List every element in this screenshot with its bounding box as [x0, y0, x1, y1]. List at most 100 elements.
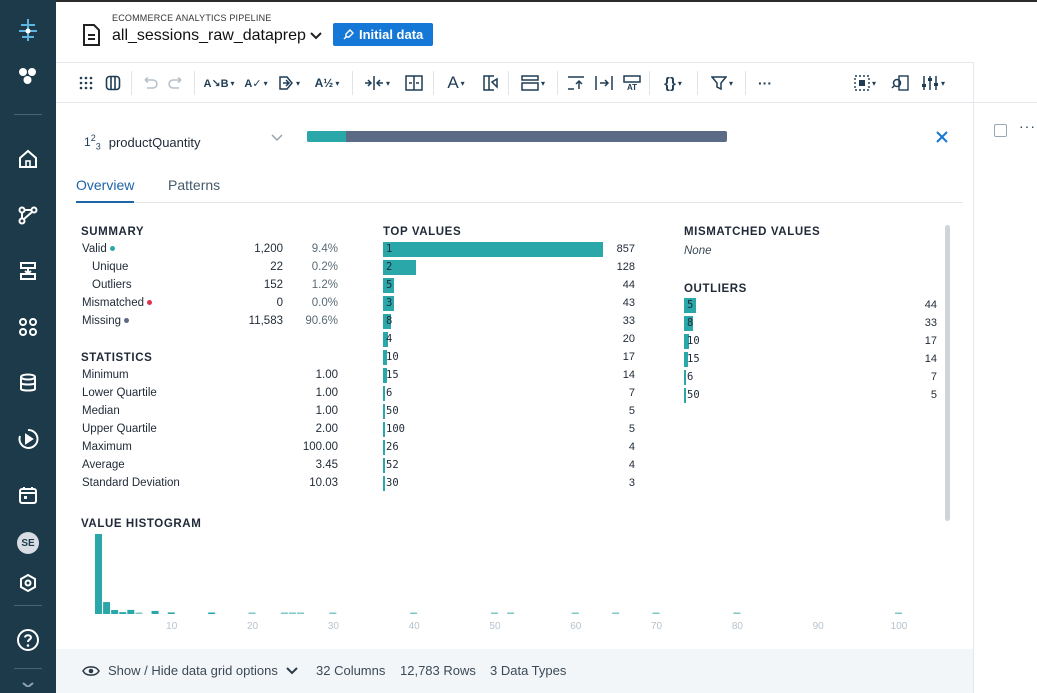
top-value-row[interactable]: 10 17: [383, 349, 635, 367]
histogram-bar[interactable]: [127, 609, 135, 614]
user-avatar[interactable]: SE: [0, 523, 56, 563]
top-value-row[interactable]: 2 128: [383, 259, 635, 277]
histogram-bar[interactable]: [410, 612, 418, 615]
histogram-bar[interactable]: [571, 612, 579, 615]
settings-sliders-icon[interactable]: ▾: [916, 72, 950, 94]
help-icon[interactable]: [0, 620, 56, 660]
statistic-value: 1.00: [315, 369, 338, 381]
text-transform-icon[interactable]: AT: [620, 72, 644, 94]
braces-icon[interactable]: {} ▾: [656, 72, 690, 94]
outlier-row[interactable]: 50 5: [684, 387, 937, 405]
undo-icon[interactable]: [140, 72, 160, 94]
pin-icon: [343, 29, 354, 40]
import-icon[interactable]: [0, 251, 56, 291]
data-quality-bar[interactable]: [307, 131, 727, 142]
chevron-down-icon: [310, 32, 322, 40]
outlier-row[interactable]: 67: [684, 369, 937, 387]
histogram-bar[interactable]: [95, 534, 102, 614]
histogram-bar[interactable]: [119, 612, 127, 614]
fit-column-icon[interactable]: [402, 72, 426, 94]
top-value-row[interactable]: 50 5: [383, 403, 635, 421]
histogram-bar[interactable]: [103, 602, 111, 614]
histogram-bar[interactable]: [288, 612, 296, 615]
merge-icon[interactable]: ▾: [274, 72, 304, 94]
summary-percent: 0.0%: [311, 297, 338, 309]
histogram-bar[interactable]: [895, 612, 902, 615]
move-up-icon[interactable]: [564, 72, 588, 94]
home-icon[interactable]: [0, 139, 56, 179]
filter-icon[interactable]: ▾: [706, 72, 738, 94]
pipeline-name[interactable]: ECOMMERCE ANALYTICS PIPELINE: [112, 13, 271, 23]
spellcheck-icon[interactable]: A✓ ▾: [242, 72, 270, 94]
top-value-row[interactable]: 3 43: [383, 295, 635, 313]
histogram-bar[interactable]: [329, 612, 337, 615]
outlier-row[interactable]: 15 14: [684, 351, 937, 369]
apps-grid-icon[interactable]: [0, 307, 56, 347]
top-value-row[interactable]: 8 33: [383, 313, 635, 331]
top-value-row[interactable]: 1 857: [383, 241, 635, 259]
grid-options-toggle[interactable]: Show / Hide data grid options: [82, 663, 298, 678]
search-rows-icon[interactable]: [888, 72, 912, 94]
more-icon[interactable]: ···: [754, 72, 776, 94]
top-value-row[interactable]: 26 4: [383, 439, 635, 457]
calendar-icon[interactable]: [0, 475, 56, 515]
histogram-bar[interactable]: [652, 612, 660, 615]
top-value-row[interactable]: 30 3: [383, 475, 635, 493]
statistic-value: 10.03: [309, 477, 338, 489]
histogram-bar[interactable]: [248, 612, 256, 615]
top-value-row[interactable]: 100 5: [383, 421, 635, 439]
top-value-row[interactable]: 52 4: [383, 457, 635, 475]
top-value-row-value: 5: [386, 279, 393, 291]
top-value-row[interactable]: 67: [383, 385, 635, 403]
top-value-row[interactable]: 4 20: [383, 331, 635, 349]
outlier-row[interactable]: 8 33: [684, 315, 937, 333]
histogram-bar[interactable]: [297, 612, 305, 615]
more-options-icon[interactable]: ···: [1019, 118, 1036, 134]
split-icon[interactable]: ▾: [360, 72, 394, 94]
histogram-bar[interactable]: [507, 612, 515, 615]
app-logo-icon[interactable]: [0, 10, 56, 50]
table-format-icon[interactable]: ▾: [516, 72, 550, 94]
hexagons-icon[interactable]: [0, 56, 56, 96]
flow-icon[interactable]: [0, 195, 56, 235]
value-histogram[interactable]: 10 20 30 40 50 60 70 80 90 100: [94, 528, 934, 638]
summary-label: Unique: [92, 261, 129, 273]
panel-scrollbar[interactable]: [945, 225, 950, 521]
histogram-bar[interactable]: [490, 612, 498, 615]
top-value-row[interactable]: 15 14: [383, 367, 635, 385]
rail-divider-last: [14, 668, 42, 669]
histogram-bar[interactable]: [111, 609, 119, 614]
replace-text-icon[interactable]: A↘B ▾: [202, 72, 236, 94]
redo-icon[interactable]: [166, 72, 186, 94]
initial-data-button[interactable]: Initial data: [333, 23, 434, 46]
tab-overview[interactable]: Overview: [76, 177, 135, 203]
top-value-row-value: 15: [386, 369, 399, 381]
top-value-row[interactable]: 5 44: [383, 277, 635, 295]
select-box-icon[interactable]: ▾: [848, 72, 882, 94]
outlier-row[interactable]: 5 44: [684, 297, 937, 315]
histogram-bar[interactable]: [612, 612, 620, 615]
collapse-chevron-icon[interactable]: [0, 672, 56, 692]
integer-type-icon: 123: [84, 133, 101, 152]
histogram-bar[interactable]: [733, 612, 741, 615]
histogram-bar[interactable]: [151, 610, 159, 614]
histogram-bar[interactable]: [208, 612, 216, 615]
outlier-row[interactable]: 10 17: [684, 333, 937, 351]
column-select-chevron-icon[interactable]: [271, 131, 283, 145]
run-job-icon[interactable]: [0, 419, 56, 459]
grid-dots-icon[interactable]: [76, 72, 96, 94]
select-checkbox[interactable]: [994, 124, 1007, 137]
font-icon[interactable]: A ▾: [442, 72, 470, 94]
columns-icon[interactable]: [103, 72, 123, 94]
tab-patterns[interactable]: Patterns: [168, 177, 220, 203]
sort-az-icon[interactable]: A½ ▾: [310, 72, 344, 94]
column-format-icon[interactable]: [478, 72, 502, 94]
recipe-selector[interactable]: all_sessions_raw_dataprep: [112, 27, 322, 45]
move-in-icon[interactable]: [592, 72, 616, 94]
histogram-bar[interactable]: [280, 612, 288, 615]
database-icon[interactable]: [0, 363, 56, 403]
histogram-bar[interactable]: [167, 612, 175, 614]
close-icon[interactable]: [935, 128, 949, 149]
admin-hexagon-icon[interactable]: [0, 563, 56, 603]
histogram-bar[interactable]: [135, 612, 143, 615]
